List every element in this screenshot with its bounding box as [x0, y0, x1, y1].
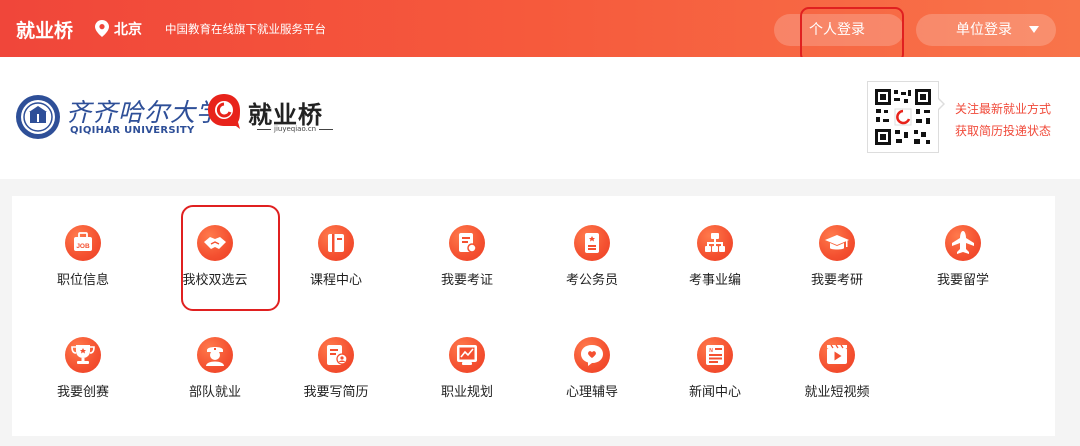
news-icon: N [697, 337, 733, 373]
service-item[interactable]: N 新闻中心 [655, 337, 775, 417]
service-label: 我要写简历 [303, 385, 369, 400]
book-icon [318, 225, 354, 261]
certificate-icon [449, 225, 485, 261]
service-label: 我要留学 [936, 273, 989, 288]
service-item[interactable]: 我要考研 [777, 225, 897, 305]
service-item[interactable]: 考公务员 [532, 225, 652, 305]
org-chart-icon [697, 225, 733, 261]
university-name-en: QIQIHAR UNIVERSITY [70, 125, 195, 136]
graduation-cap-icon [819, 225, 855, 261]
login-highlight-box [800, 7, 904, 63]
job-icon: JOB [65, 225, 101, 261]
service-item[interactable]: 我要创赛 [23, 337, 143, 417]
university-emblem-icon [16, 95, 60, 139]
unit-login-label: 单位登录 [956, 22, 1012, 38]
chart-board-icon [449, 337, 485, 373]
service-item[interactable]: 职业规划 [407, 337, 527, 417]
service-label: 考事业编 [688, 273, 741, 288]
service-label: 心理辅导 [565, 385, 618, 400]
service-label: 就业短视频 [804, 385, 870, 400]
service-item[interactable]: 就业短视频 [777, 337, 897, 417]
qr-caption-line2: 获取简历投递状态 [955, 124, 1052, 138]
service-item[interactable]: 部队就业 [155, 337, 275, 417]
service-label: 新闻中心 [688, 385, 741, 400]
heart-chat-icon [574, 337, 610, 373]
soldier-icon [197, 337, 233, 373]
service-item[interactable]: 课程中心 [276, 225, 396, 305]
plane-icon [945, 225, 981, 261]
qr-callout-arrow-inner [937, 98, 943, 110]
service-label: 职位信息 [56, 273, 109, 288]
civil-service-icon [574, 225, 610, 261]
brand-name[interactable]: 就业桥 [16, 16, 73, 43]
slogan: 中国教育在线旗下就业服务平台 [165, 22, 326, 36]
service-item[interactable]: 我要留学 [903, 225, 1023, 305]
service-label: 职业规划 [440, 385, 493, 400]
svg-text:N: N [709, 348, 713, 354]
top-bar: 就业桥 北京 中国教育在线旗下就业服务平台 个人登录 单位登录 [0, 0, 1080, 57]
service-item[interactable]: 我要写简历 [276, 337, 396, 417]
location-pin-icon[interactable] [95, 20, 109, 37]
service-label: 部队就业 [188, 385, 241, 400]
trophy-icon [65, 337, 101, 373]
service-label: 课程中心 [309, 273, 362, 288]
service-highlight-box [181, 205, 280, 311]
qr-caption-line1: 关注最新就业方式 [955, 102, 1052, 116]
logo-domain: jiuyeqiao.cn [254, 125, 336, 133]
caret-down-icon [1029, 26, 1039, 33]
service-label: 我要创赛 [56, 385, 109, 400]
qr-code-icon [867, 81, 939, 153]
service-label: 我要考证 [440, 273, 493, 288]
service-label: 考公务员 [565, 273, 618, 288]
header: 齐齐哈尔大学 QIQIHAR UNIVERSITY 就业桥 jiuyeqiao.… [0, 57, 1080, 179]
location-label[interactable]: 北京 [114, 19, 142, 39]
svg-text:JOB: JOB [76, 243, 90, 250]
service-item[interactable]: JOB 职位信息 [23, 225, 143, 305]
jiuyeqiao-logo-icon[interactable] [206, 92, 242, 130]
service-item[interactable]: 考事业编 [655, 225, 775, 305]
resume-icon [318, 337, 354, 373]
video-icon [819, 337, 855, 373]
university-name-cn: 齐齐哈尔大学 [66, 98, 223, 127]
unit-login-button[interactable]: 单位登录 [916, 14, 1056, 46]
service-item[interactable]: 心理辅导 [532, 337, 652, 417]
service-item[interactable]: 我要考证 [407, 225, 527, 305]
service-label: 我要考研 [810, 273, 863, 288]
